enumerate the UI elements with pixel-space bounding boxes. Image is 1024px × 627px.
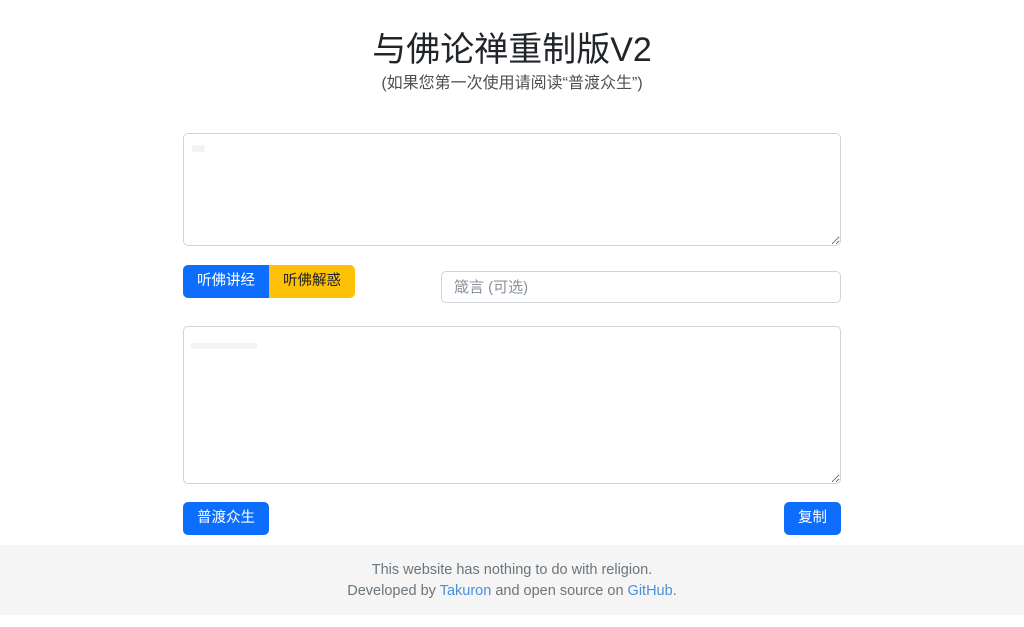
result-text-textarea[interactable] [183,326,841,484]
copy-button[interactable]: 复制 [784,502,841,535]
mode-button-group: 听佛讲经 听佛解惑 [183,265,355,298]
source-text-textarea[interactable] [183,133,841,246]
encode-mode-button[interactable]: 听佛讲经 [183,265,269,298]
footer-credit-middle: and open source on [491,583,627,599]
author-link[interactable]: Takuron [440,583,492,599]
page-footer: This website has nothing to do with reli… [0,545,1024,615]
main-form: 听佛讲经 听佛解惑 普渡众生 复制 [183,96,841,535]
convert-button[interactable]: 普渡众生 [183,502,269,535]
proverb-key-input[interactable] [441,271,841,303]
decode-mode-button[interactable]: 听佛解惑 [269,265,355,298]
footer-credits: Developed by Takuron and open source on … [0,581,1024,602]
page-title: 与佛论禅重制版V2 [0,30,1024,70]
page-subtitle: (如果您第一次使用请阅读“普渡众生”) [0,72,1024,96]
footer-disclaimer: This website has nothing to do with reli… [0,560,1024,581]
footer-credit-prefix: Developed by [347,583,439,599]
github-link[interactable]: GitHub [628,583,673,599]
footer-credit-suffix: . [673,583,677,599]
